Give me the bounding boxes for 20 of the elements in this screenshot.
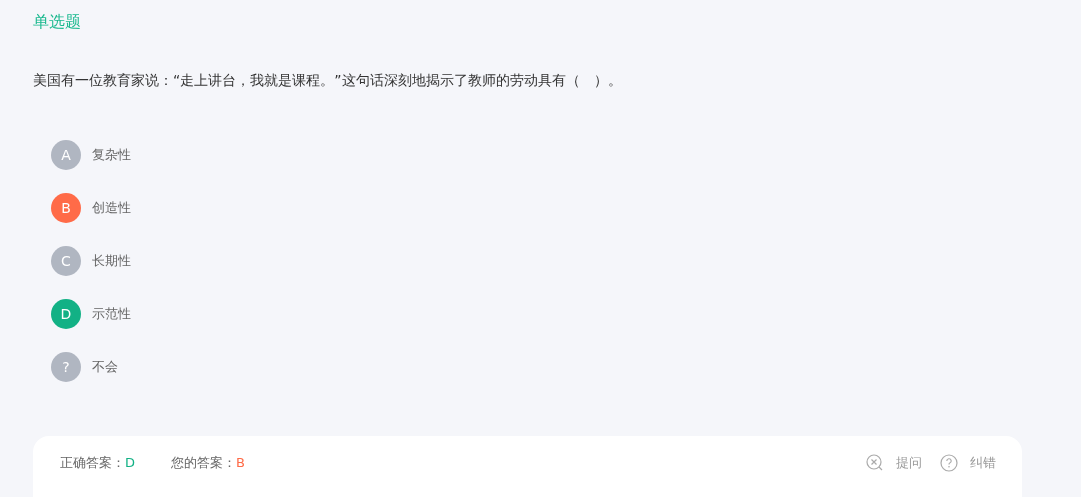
option-text: 长期性 xyxy=(92,252,131,270)
correct-answer-label: 正确答案： xyxy=(60,454,125,472)
option-letter[interactable]: B xyxy=(51,193,81,223)
your-answer-label: 您的答案： xyxy=(171,454,236,472)
correct-answer-value: D xyxy=(125,454,135,472)
help-icon xyxy=(940,454,958,472)
ask-button[interactable]: 提问 xyxy=(866,452,922,474)
your-answer-value: B xyxy=(236,454,245,472)
option-text: 复杂性 xyxy=(92,146,131,164)
option-letter[interactable]: ? xyxy=(51,352,81,382)
question-text: 美国有一位教育家说：“走上讲台，我就是课程。”这句话深刻地揭示了教师的劳动具有（ ）。 xyxy=(33,71,622,90)
option-text: 示范性 xyxy=(92,305,131,323)
option-letter[interactable]: C xyxy=(51,246,81,276)
question-type: 单选题 xyxy=(33,11,81,33)
option-text: 创造性 xyxy=(92,199,131,217)
report-button[interactable]: 纠错 xyxy=(940,452,996,474)
close-circle-icon xyxy=(866,454,884,472)
option-text: 不会 xyxy=(92,358,118,376)
option-letter[interactable]: A xyxy=(51,140,81,170)
option-letter[interactable]: D xyxy=(51,299,81,329)
